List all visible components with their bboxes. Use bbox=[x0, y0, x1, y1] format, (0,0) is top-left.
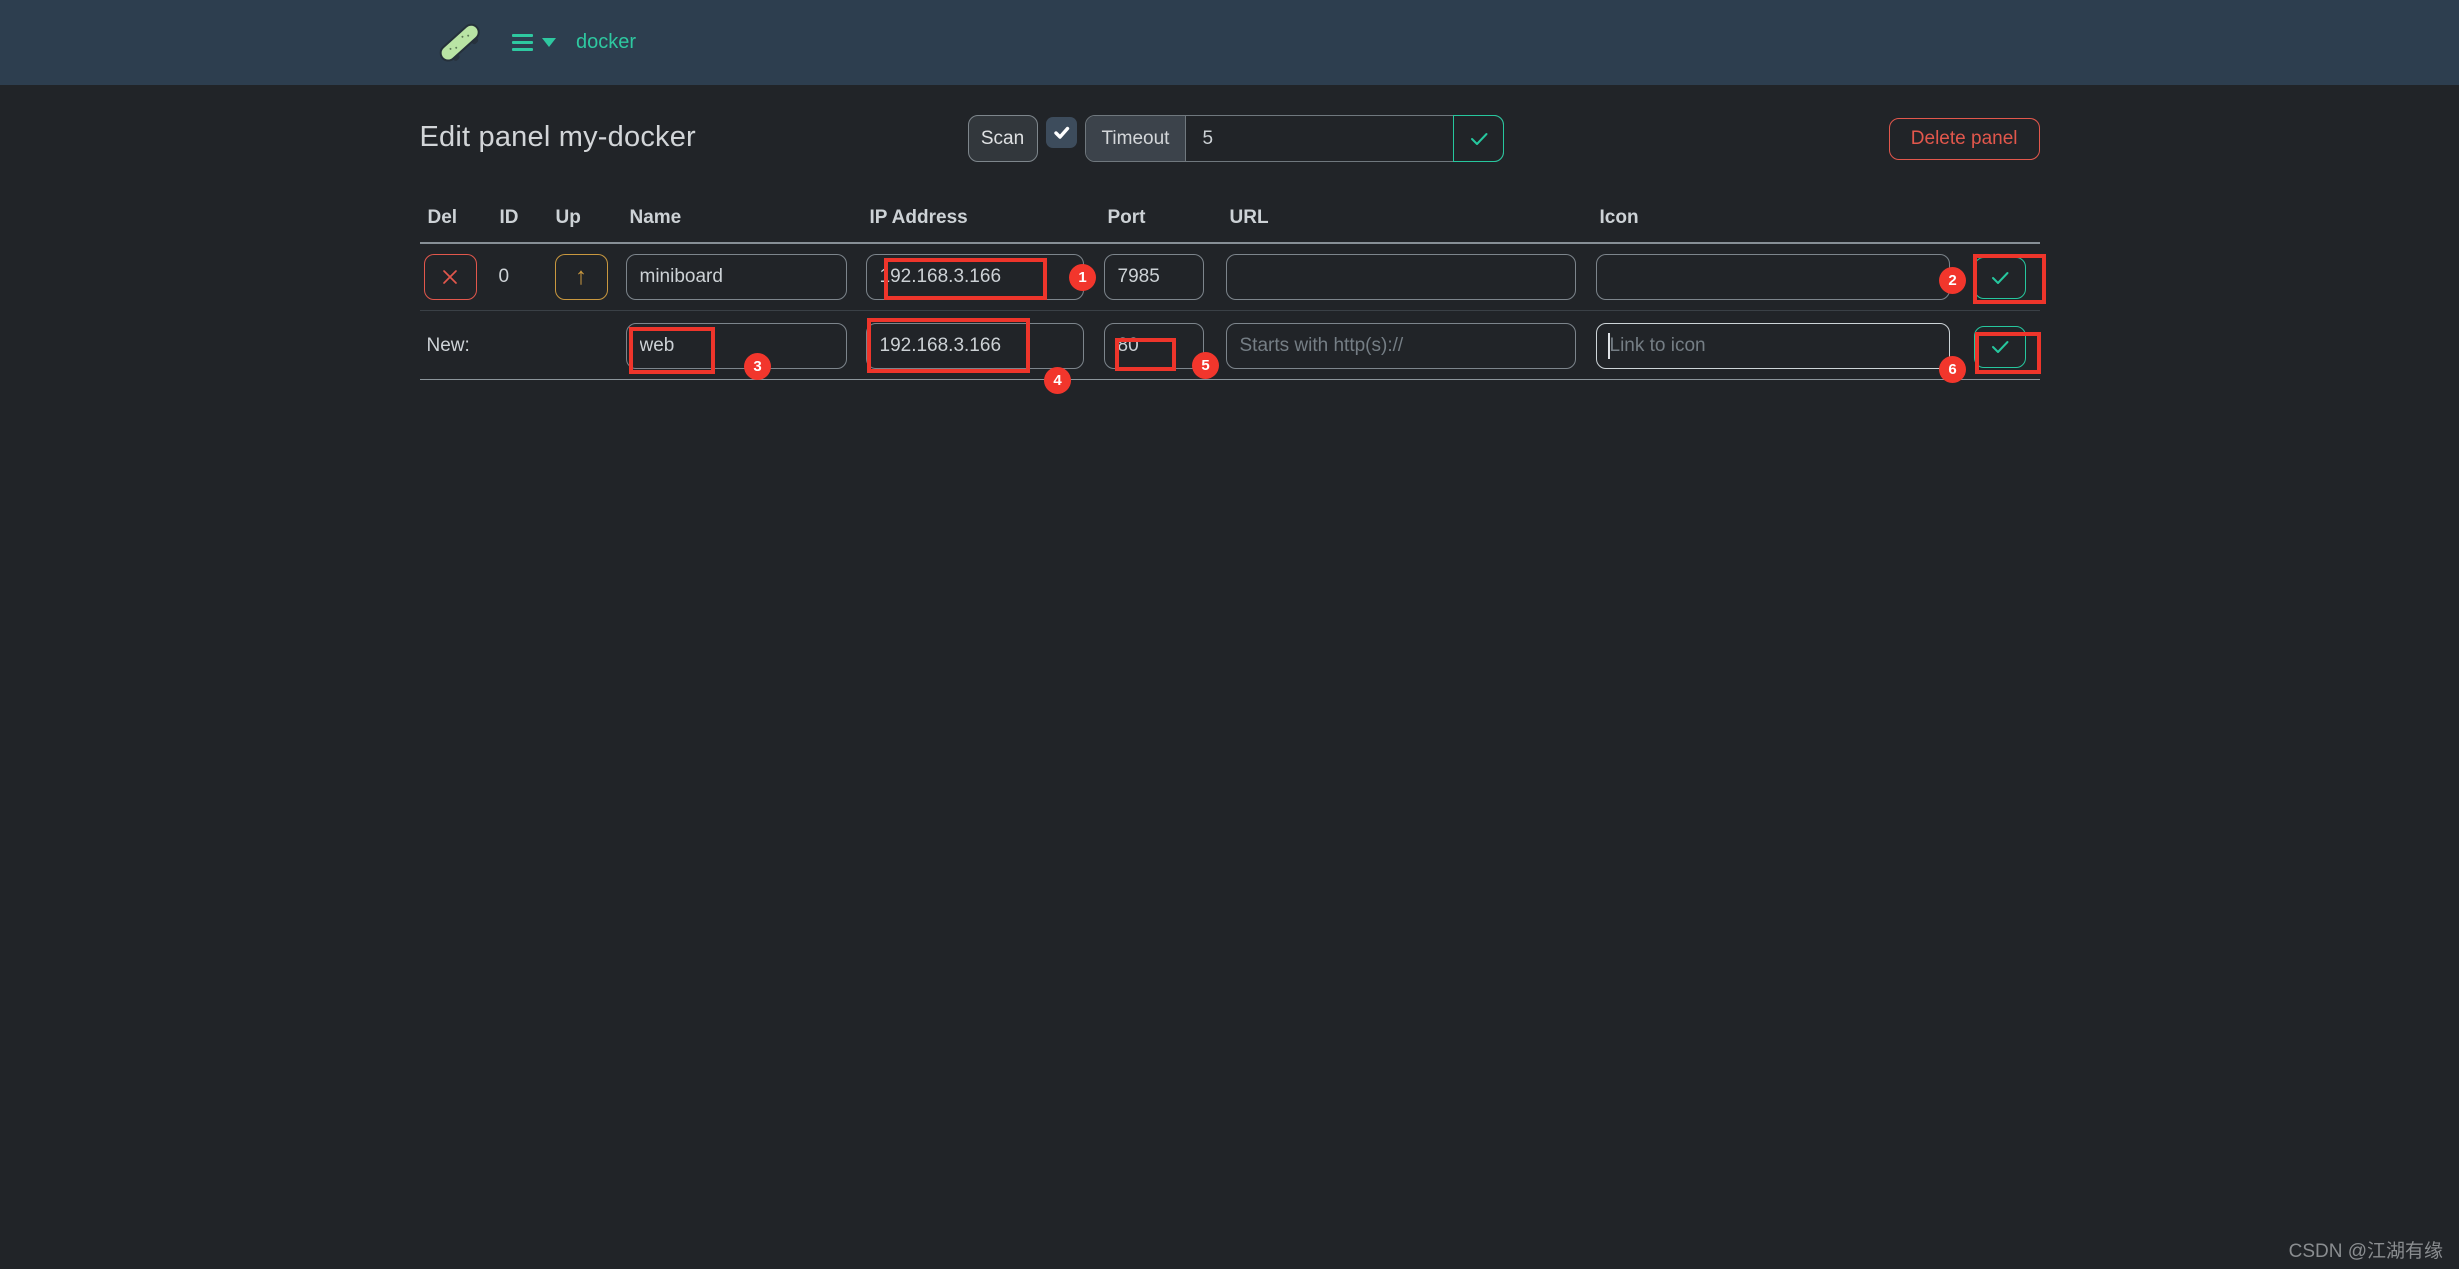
row-id: 0 bbox=[492, 266, 548, 288]
check-icon bbox=[1467, 129, 1491, 149]
new-icon-input[interactable] bbox=[1596, 323, 1950, 369]
table-header-row: Del ID Up Name IP Address Port URL Icon bbox=[420, 194, 2040, 244]
arrow-up-icon: ↑ bbox=[575, 263, 587, 291]
new-ip-input[interactable] bbox=[866, 323, 1084, 369]
header-url: URL bbox=[1222, 207, 1592, 229]
text-cursor bbox=[1608, 333, 1610, 359]
scan-button[interactable]: Scan bbox=[968, 115, 1038, 162]
watermark: CSDN @江湖有缘 bbox=[2289, 1236, 2443, 1263]
new-port-input[interactable] bbox=[1104, 323, 1204, 369]
header-id: ID bbox=[492, 207, 548, 229]
skateboard-logo-icon[interactable] bbox=[436, 15, 484, 71]
scan-controls: Scan Timeout bbox=[968, 115, 1505, 162]
header-del: Del bbox=[420, 207, 492, 229]
timeout-label: Timeout bbox=[1086, 116, 1187, 161]
add-row-button[interactable] bbox=[1974, 326, 2026, 368]
services-table: Del ID Up Name IP Address Port URL Icon … bbox=[420, 194, 2040, 380]
top-navbar: docker bbox=[0, 0, 2459, 85]
header-up: Up bbox=[548, 207, 622, 229]
header-icon: Icon bbox=[1592, 207, 1963, 229]
delete-row-button[interactable] bbox=[424, 254, 477, 300]
new-name-input[interactable] bbox=[626, 323, 847, 369]
delete-panel-button[interactable]: Delete panel bbox=[1889, 118, 2040, 160]
header-port: Port bbox=[1100, 207, 1222, 229]
scan-checkbox[interactable] bbox=[1046, 117, 1077, 148]
port-input[interactable] bbox=[1104, 254, 1204, 300]
edit-panel-page: Edit panel my-docker Scan Timeout Delete… bbox=[420, 85, 2040, 380]
new-url-input[interactable] bbox=[1226, 323, 1576, 369]
check-icon bbox=[1988, 268, 2012, 288]
url-input[interactable] bbox=[1226, 254, 1576, 300]
table-row: 0 ↑ bbox=[420, 244, 2040, 311]
new-row-label: New: bbox=[420, 335, 622, 357]
name-input[interactable] bbox=[626, 254, 847, 300]
hamburger-icon bbox=[512, 34, 533, 51]
brand-link[interactable]: docker bbox=[576, 31, 636, 54]
ip-input[interactable] bbox=[866, 254, 1084, 300]
move-up-button[interactable]: ↑ bbox=[555, 254, 608, 300]
check-icon bbox=[1052, 123, 1071, 142]
save-row-button[interactable] bbox=[1974, 257, 2026, 299]
icon-input[interactable] bbox=[1596, 254, 1950, 300]
timeout-input[interactable] bbox=[1186, 116, 1454, 161]
header-ip: IP Address bbox=[862, 207, 1100, 229]
new-entry-row: New: bbox=[420, 311, 2040, 380]
page-header: Edit panel my-docker Scan Timeout Delete… bbox=[420, 118, 2040, 194]
timeout-input-group: Timeout bbox=[1085, 115, 1505, 162]
check-icon bbox=[1988, 337, 2012, 357]
timeout-apply-button[interactable] bbox=[1453, 115, 1504, 162]
chevron-down-icon bbox=[542, 38, 556, 47]
x-icon bbox=[440, 267, 460, 287]
menu-button[interactable] bbox=[512, 34, 556, 51]
header-name: Name bbox=[622, 207, 862, 229]
